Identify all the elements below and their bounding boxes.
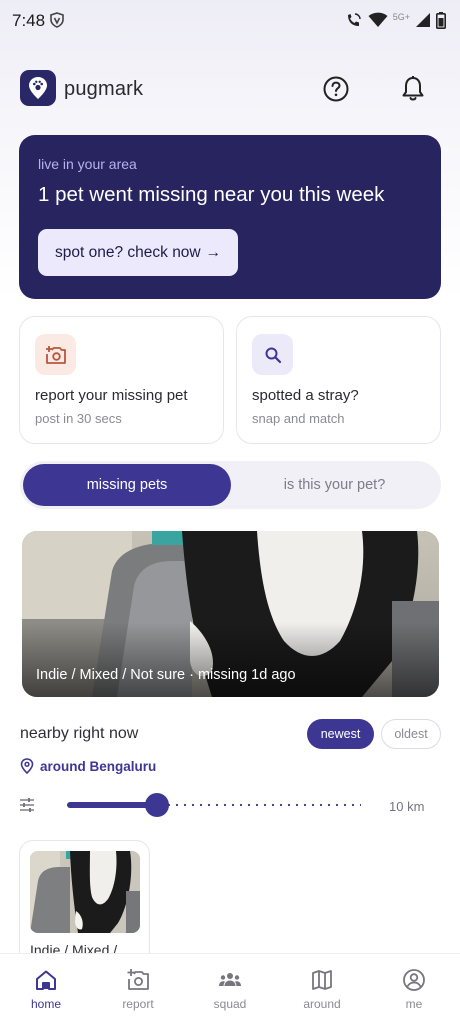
vpn-icon — [50, 12, 64, 28]
pet-tabs: missing pets is this your pet? — [20, 461, 441, 509]
radius-slider[interactable] — [64, 793, 364, 817]
network-type: 5G+ — [392, 12, 410, 22]
check-now-label: spot one? check now — [55, 243, 201, 261]
app-name: pugmark — [64, 78, 144, 100]
nav-me-label: me — [405, 997, 423, 1011]
nav-around[interactable]: around — [276, 954, 368, 1022]
check-now-button[interactable]: spot one? check now → — [38, 229, 238, 276]
app-header: pugmark — [20, 70, 440, 110]
home-icon — [36, 970, 56, 990]
signal-icon — [416, 13, 430, 27]
search-icon — [265, 347, 281, 363]
profile-icon — [403, 969, 425, 991]
status-icons: 5G+ — [345, 11, 446, 29]
wifi-calling-icon — [347, 13, 361, 26]
bottom-nav: home report squad around me — [0, 953, 460, 1022]
arrow-right-icon: → — [205, 243, 222, 261]
location-label: around Bengaluru — [40, 758, 157, 774]
pet-photo — [30, 851, 140, 933]
spot-card-subtitle: snap and match — [252, 411, 345, 426]
camera-add-icon — [45, 345, 66, 364]
sort-oldest-chip[interactable]: oldest — [381, 719, 441, 749]
nav-home-label: home — [30, 997, 62, 1011]
app-logo — [20, 70, 56, 106]
spot-icon-box — [252, 334, 293, 375]
spot-card-title: spotted a stray? — [252, 387, 359, 404]
report-card-title: report your missing pet — [35, 387, 188, 404]
map-icon — [312, 970, 332, 990]
group-icon — [219, 973, 241, 986]
nav-report[interactable]: report — [92, 954, 184, 1022]
nearby-title: nearby right now — [20, 725, 139, 742]
radius-value: 10 km — [389, 799, 425, 814]
help-icon[interactable] — [322, 75, 350, 103]
slider-active-track — [67, 802, 157, 808]
nav-squad[interactable]: squad — [184, 954, 276, 1022]
featured-pet-card[interactable]: Indie / Mixed / Not sure · missing 1d ag… — [22, 531, 439, 697]
nav-report-label: report — [122, 997, 154, 1011]
filter-tune-icon[interactable] — [19, 797, 35, 813]
pet-card[interactable]: Indie / Mixed / — [19, 840, 150, 970]
banner-title: 1 pet went missing near you this week — [38, 183, 385, 206]
report-icon-box — [35, 334, 76, 375]
featured-pet-caption: Indie / Mixed / Not sure · missing 1d ag… — [36, 667, 296, 683]
report-missing-pet-card[interactable]: report your missing pet post in 30 secs — [19, 316, 224, 444]
slider-thumb[interactable] — [144, 793, 169, 817]
status-bar: 7:48 5G+ — [0, 0, 460, 40]
nav-around-label: around — [303, 997, 341, 1011]
pet-thumbnail — [30, 851, 140, 933]
report-card-subtitle: post in 30 secs — [35, 411, 122, 426]
sort-newest-chip[interactable]: newest — [307, 719, 374, 749]
wifi-icon — [368, 12, 388, 27]
missing-alert-banner: live in your area 1 pet went missing nea… — [19, 135, 441, 299]
nav-home[interactable]: home — [0, 954, 92, 1022]
location-pin-icon — [20, 758, 34, 774]
nav-squad-label: squad — [213, 997, 247, 1011]
location-selector[interactable]: around Bengaluru — [20, 758, 156, 774]
tab-missing-pets[interactable]: missing pets — [23, 464, 231, 506]
camera-add-icon — [127, 969, 149, 990]
status-time: 7:48 — [12, 11, 46, 30]
nav-me[interactable]: me — [368, 954, 460, 1022]
tab-is-this-your-pet[interactable]: is this your pet? — [231, 464, 438, 506]
notification-bell-icon[interactable] — [400, 75, 426, 103]
banner-eyebrow: live in your area — [38, 156, 137, 172]
spotted-stray-card[interactable]: spotted a stray? snap and match — [236, 316, 441, 444]
battery-icon — [436, 11, 446, 29]
paw-pin-icon — [29, 77, 47, 99]
